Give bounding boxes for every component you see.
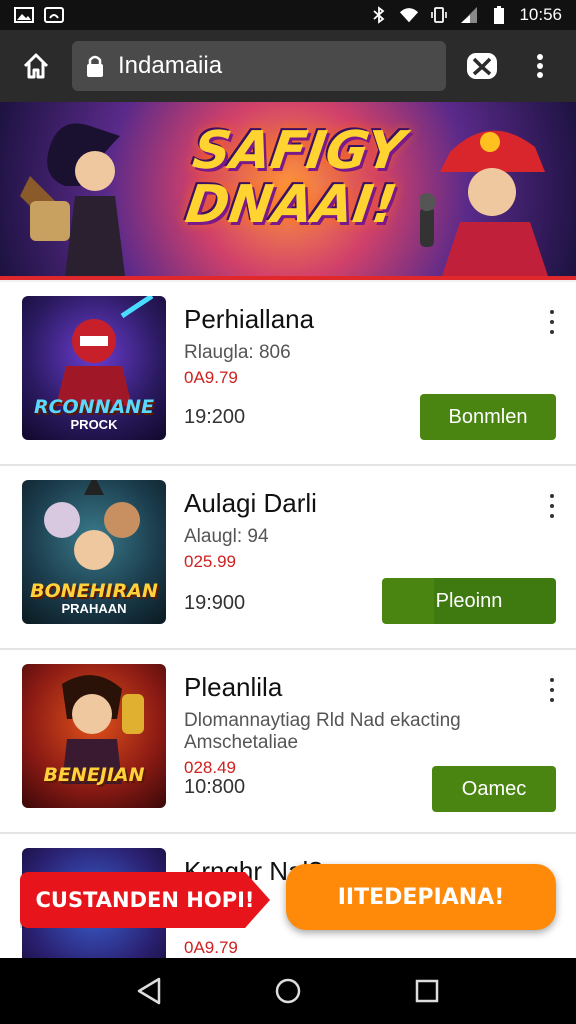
game-list: RCONNANE PROCK Perhiallana Rlaugla: 806 …: [0, 282, 576, 958]
item-more-icon[interactable]: [546, 310, 558, 334]
item-action-button[interactable]: Oamec: [432, 766, 556, 812]
item-time: 19:200: [184, 406, 246, 428]
menu-button[interactable]: [518, 44, 562, 88]
back-icon: [138, 977, 161, 1005]
home-button[interactable]: [14, 44, 58, 88]
item-more-icon[interactable]: [546, 494, 558, 518]
item-price: 0A9.79: [184, 368, 238, 387]
hero-character-left: [20, 123, 125, 276]
status-left: [14, 6, 64, 24]
game-thumbnail[interactable]: BONEHIRAN PRAHAAN: [22, 480, 166, 624]
item-info: Aulagi Darli Alaugl: 94 025.99: [184, 488, 484, 572]
item-title[interactable]: Pleanlila: [184, 672, 484, 702]
hero-character-right: [420, 130, 548, 276]
item-more-icon[interactable]: [546, 678, 558, 702]
list-item[interactable]: RCONNANE PROCK Perhiallana Rlaugla: 806 …: [0, 282, 576, 466]
lock-icon: [87, 55, 103, 77]
item-subtitle: Rlaugla: 806: [184, 342, 291, 363]
thumb-subcaption: PRAHAAN: [61, 601, 127, 616]
browser-toolbar: Indamaiia: [0, 30, 576, 102]
thumb-caption: BENEJIAN: [43, 764, 145, 786]
status-bar: 10:56: [0, 0, 576, 30]
vibrate-icon: [429, 6, 449, 24]
signal-icon: [459, 6, 479, 24]
recents-button[interactable]: [405, 969, 449, 1013]
status-time: 10:56: [519, 5, 562, 24]
wifi-icon: [399, 6, 419, 24]
home-icon: [23, 53, 49, 79]
banner-title-line2: DNAAI!: [181, 175, 401, 235]
image-icon: [14, 6, 34, 24]
bluetooth-icon: [369, 6, 389, 24]
thumb-caption: BONEHIRAN: [30, 580, 158, 602]
item-time: 19:900: [184, 592, 246, 614]
system-nav-bar: [0, 958, 576, 1024]
item-info: Perhiallana Rlaugla: 806 0A9.79: [184, 304, 484, 388]
hero-banner[interactable]: SAFIGY DNAAI!: [0, 102, 576, 280]
game-thumbnail[interactable]: BENEJIAN: [22, 664, 166, 808]
battery-icon: [489, 6, 509, 24]
promo-right-button[interactable]: IITEDEPIANA!: [286, 864, 556, 930]
list-item[interactable]: BONEHIRAN PRAHAAN Aulagi Darli Alaugl: 9…: [0, 466, 576, 650]
game-thumbnail[interactable]: RCONNANE PROCK: [22, 296, 166, 440]
item-title[interactable]: Perhiallana: [184, 304, 484, 334]
heroine-art: [62, 675, 144, 784]
item-time: 10:800: [184, 776, 246, 798]
thumb-caption: RCONNANE: [33, 396, 155, 418]
item-subtitle: Dlomannaytiag Rld Nad ekacting Amschetal…: [184, 710, 461, 753]
url-bar[interactable]: Indamaiia: [72, 41, 446, 91]
game-controller-icon: [467, 53, 497, 79]
list-item[interactable]: BENEJIAN Pleanlila Dlomannaytiag Rld Nad…: [0, 650, 576, 834]
promo-left-button[interactable]: CUSTANDEN HOPI!: [20, 872, 270, 928]
cast-icon: [44, 6, 64, 24]
home-nav-button[interactable]: [266, 969, 310, 1013]
item-info: Pleanlila Dlomannaytiag Rld Nad ekacting…: [184, 672, 484, 778]
item-action-button[interactable]: Pleoinn: [382, 578, 556, 624]
url-text: Indamaiia: [118, 52, 223, 79]
game-button[interactable]: [460, 44, 504, 88]
banner-title-line1: SAFIGY: [189, 121, 409, 181]
item-price: 0A9.79: [184, 938, 238, 957]
thumb-subcaption: PROCK: [70, 417, 118, 432]
more-vert-icon: [537, 54, 543, 78]
recents-icon: [415, 979, 438, 1003]
item-price: 025.99: [184, 552, 236, 571]
item-title[interactable]: Aulagi Darli: [184, 488, 484, 518]
status-right: 10:56: [369, 5, 562, 25]
item-subtitle: Alaugl: 94: [184, 526, 269, 547]
back-button[interactable]: [127, 969, 171, 1013]
banner-title: SAFIGY DNAAI!: [167, 121, 422, 235]
item-action-button[interactable]: Bonmlen: [420, 394, 556, 440]
home-circle-icon: [275, 978, 301, 1004]
